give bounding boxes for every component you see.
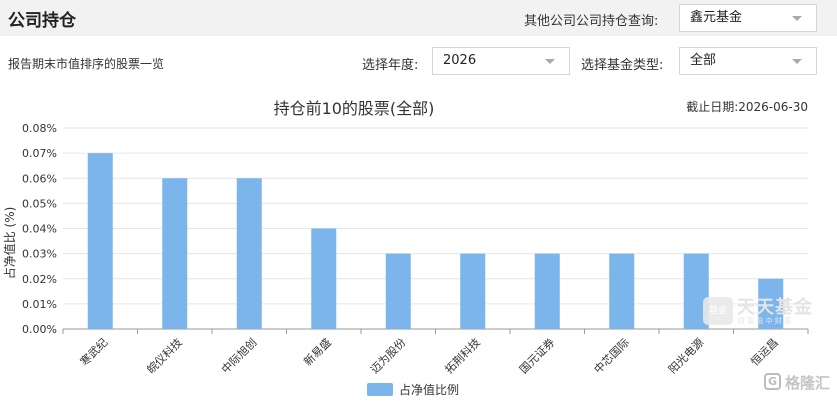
y-tick-label: 0.06% [22,172,57,185]
brand-logo-icon: 基金 [703,297,733,325]
year-label: 选择年度: [362,58,419,73]
company-select[interactable]: 鑫元基金 [679,4,817,32]
bar[interactable] [236,178,262,329]
y-tick-label: 0.07% [22,147,57,160]
bar[interactable] [87,153,113,329]
fund-type-label: 选择基金类型: [581,58,664,73]
company-select-value: 鑫元基金 [690,10,743,25]
corner-logo-icon: G [764,373,781,390]
brand-logo-text: 基金 [708,306,727,316]
chevron-down-icon [545,59,555,64]
chevron-down-icon [792,59,802,64]
year-select-value: 2026 [443,53,477,68]
page-title: 公司持仓 [8,11,76,31]
chart-date-note: 截止日期:2026-06-30 [686,100,808,114]
year-select[interactable]: 2026 [432,47,570,75]
other-company-label: 其他公司公司持仓查询: [524,14,659,29]
bar[interactable] [609,253,635,329]
bars [87,153,784,330]
bar[interactable] [311,228,337,330]
y-tick-label: 0.03% [22,248,57,261]
x-tick-label: 中芯国际 [591,335,632,376]
x-tick-label: 寒武纪 [77,335,110,368]
y-tick-label: 0.04% [22,223,57,236]
y-tick-label: 0.05% [22,197,57,210]
x-tick-label: 新易盛 [301,335,334,368]
y-tick-label: 0.08% [22,122,57,135]
legend-swatch [367,383,393,396]
y-tick-labels: 0.00% 0.01% 0.02% 0.03% 0.04% 0.05% 0.06% 0.07%… [22,122,57,336]
bar[interactable] [534,253,560,329]
list-subtitle: 报告期末市值排序的股票一览 [8,57,165,71]
brand-watermark-sub: 财 富 盈 中 财 富 [738,317,792,325]
bar[interactable] [460,253,486,329]
y-axis-label: 占净值比 (%) [2,207,17,280]
x-tick-label: 国元证券 [516,335,557,376]
holdings-bar-chart: 持仓前10的股票(全部) 截止日期:2026-06-30 占净值比 (%) 0.… [2,99,809,397]
corner-watermark: 格隆汇 [785,374,831,392]
legend[interactable]: 占净值比例 [367,382,459,397]
bar[interactable] [385,253,411,329]
fund-type-select-value: 全部 [690,53,717,68]
y-tick-label: 0.01% [22,298,57,311]
legend-label: 占净值比例 [399,382,459,397]
chevron-down-icon [792,16,802,21]
y-tick-label: 0.00% [22,323,57,336]
x-tick-label: 迈为股份 [368,336,408,376]
x-tick-label: 皖仪科技 [144,335,185,376]
x-tick-label: 阳光电源 [665,335,706,376]
fund-type-select[interactable]: 全部 [679,47,817,75]
y-tick-label: 0.02% [22,273,57,286]
x-tick-label: 拓荆科技 [442,335,483,376]
x-tick-label: 中际旭创 [218,335,259,376]
chart-title: 持仓前10的股票(全部) [274,99,435,118]
x-tick-label: 恒运昌 [748,336,781,369]
bar[interactable] [162,178,188,329]
x-tick-labels: 寒武纪 皖仪科技 中际旭创 新易盛 迈为股份 拓荆科技 国元证券 中芯国际 阳光电源 恒运昌 [77,335,781,376]
